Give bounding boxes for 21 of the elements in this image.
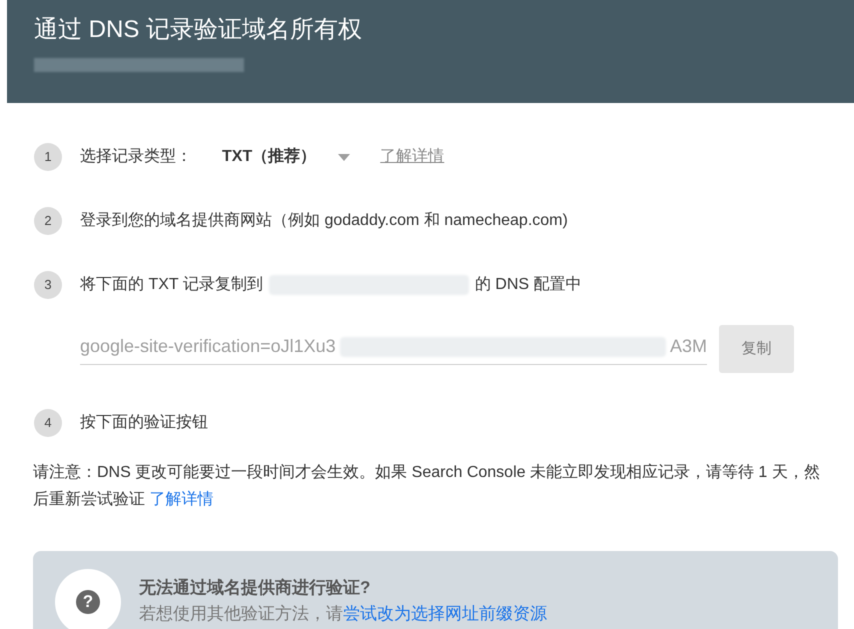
step-number: 4 [34, 409, 62, 437]
help-title: 无法通过域名提供商进行验证? [139, 577, 372, 599]
step-label: 选择记录类型： [80, 146, 192, 167]
dialog-title: 通过 DNS 记录验证域名所有权 [34, 15, 364, 45]
copy-button[interactable]: 复制 [719, 325, 794, 373]
help-icon: ? [55, 569, 121, 629]
step-number: 2 [34, 207, 62, 235]
step-number: 1 [34, 143, 62, 171]
step-label: 的 DNS 配置中 [474, 274, 582, 295]
help-text: 若想使用其他验证方法，请尝试改为选择网址前缀资源 [139, 602, 547, 624]
step-label: 按下面的验证按钮 [80, 413, 208, 433]
step-number: 3 [34, 271, 62, 299]
learn-more-link[interactable]: 了解详情 [149, 491, 214, 508]
note-text: 请注意：DNS 更改可能要过一段时间才会生效。如果 Search Console 未能立即发现相应记录，请等待 1 天，然后重新尝试验证 了解详情 [33, 462, 821, 510]
url-prefix-link[interactable]: 尝试改为选择网址前缀资源 [343, 604, 547, 622]
learn-more-link[interactable]: 了解详情 [380, 145, 444, 169]
caret-icon [338, 154, 350, 160]
step-label: 登录到您的域名提供商网站（例如 godaddy.com 和 namecheap.com) [80, 210, 568, 231]
step-label: 将下面的 TXT 记录复制到 [80, 274, 263, 295]
record-type-dropdown[interactable]: TXT（推荐） [222, 145, 350, 169]
verification-field[interactable]: google-site-verification=oJl1Xu3 A3M [80, 333, 707, 365]
